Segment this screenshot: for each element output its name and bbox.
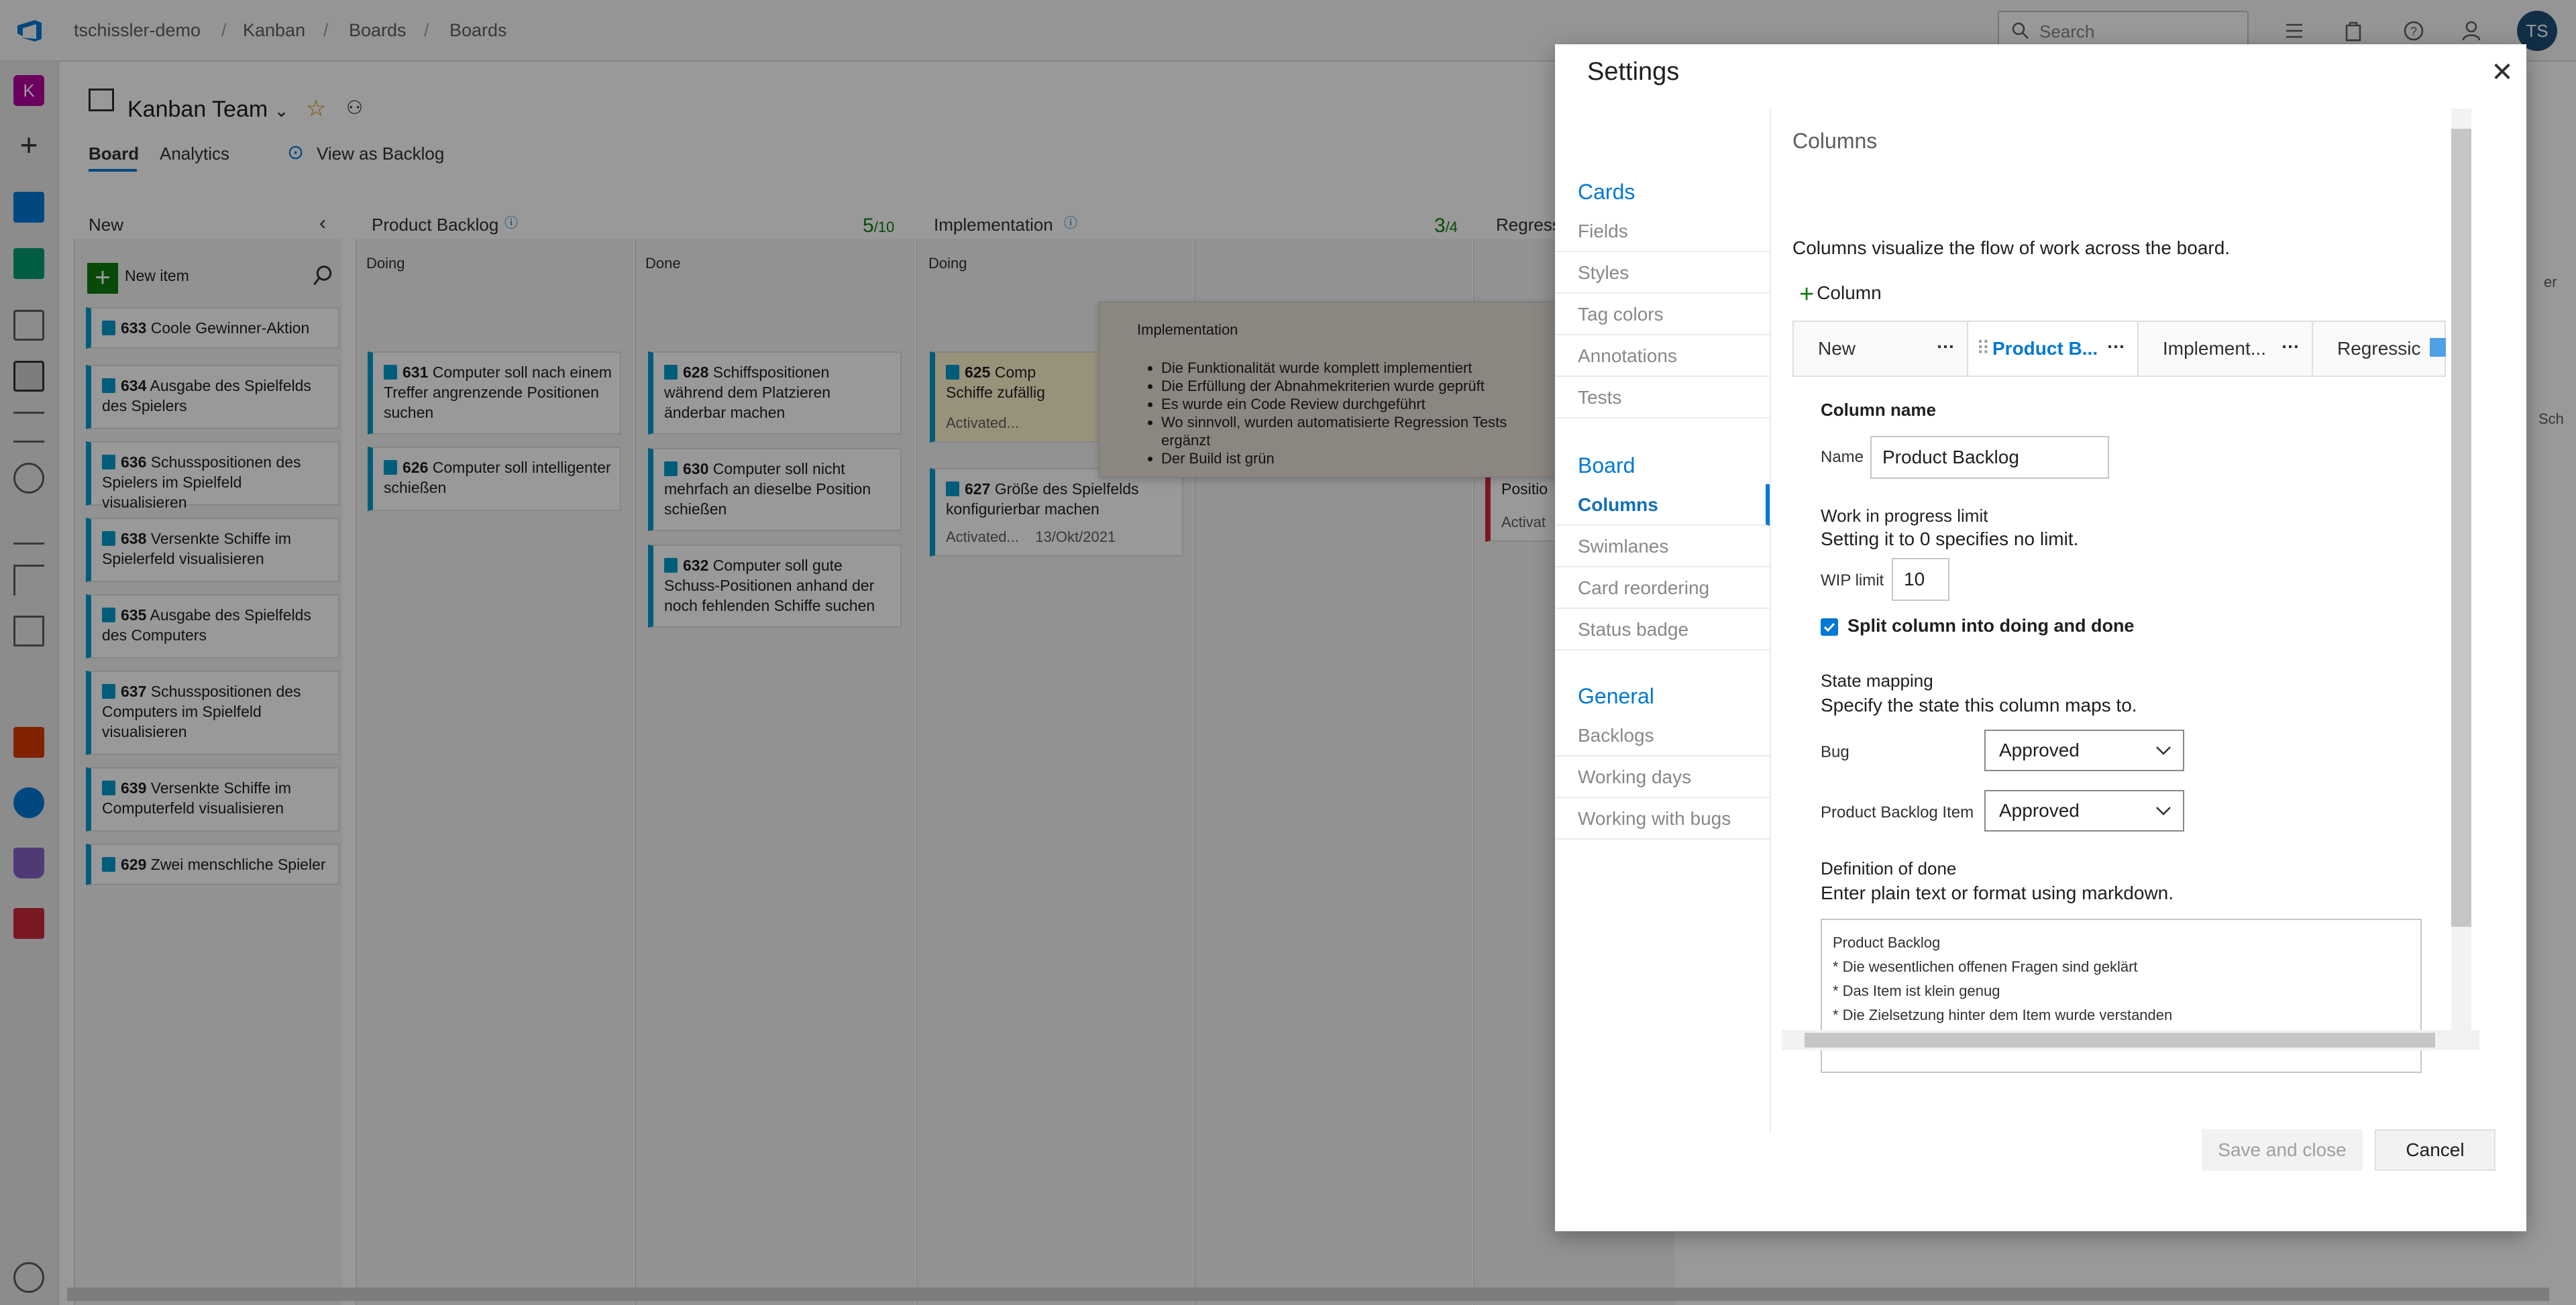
nav-section-general: General xyxy=(1578,684,1654,708)
pbi-state-label: Product Backlog Item xyxy=(1821,803,1974,821)
more-options-icon[interactable]: … xyxy=(1936,315,1955,369)
wip-limit-input[interactable]: 10 xyxy=(1892,558,1949,601)
nav-section-board: Board xyxy=(1578,453,1635,477)
split-column-checkbox[interactable] xyxy=(1821,618,1838,636)
scroll-right-icon[interactable] xyxy=(2430,338,2446,357)
more-options-icon[interactable]: … xyxy=(2281,315,2300,369)
wip-limit-label: WIP limit xyxy=(1821,571,1884,589)
chevron-down-icon xyxy=(2156,746,2171,755)
nav-item-working-with-bugs[interactable]: Working with bugs xyxy=(1555,798,1770,840)
nav-item-tag-colors[interactable]: Tag colors xyxy=(1555,294,1770,335)
column-name-input[interactable]: Product Backlog xyxy=(1870,436,2109,479)
nav-item-working-days[interactable]: Working days xyxy=(1555,756,1770,798)
state-mapping-description: Specify the state this column maps to. xyxy=(1821,695,2137,716)
name-label: Name xyxy=(1821,448,1864,466)
chevron-down-icon xyxy=(2156,807,2171,815)
column-name-heading: Column name xyxy=(1821,400,1936,420)
cancel-button[interactable]: Cancel xyxy=(2375,1129,2496,1171)
drag-handle-icon[interactable]: ⠿ xyxy=(1976,322,1990,376)
nav-item-fields[interactable]: Fields xyxy=(1555,211,1770,252)
column-tabs: New… ⠿ Product B...… Implement...… Regres… xyxy=(1792,321,2446,377)
nav-item-columns[interactable]: Columns xyxy=(1555,484,1770,526)
save-and-close-button[interactable]: Save and close xyxy=(2202,1129,2363,1171)
definition-of-done-description: Enter plain text or format using markdow… xyxy=(1821,883,2174,903)
column-tab-regression[interactable]: Regressic xyxy=(2313,322,2445,376)
nav-item-card-reordering[interactable]: Card reordering xyxy=(1555,567,1770,609)
settings-dialog: Settings ✕ Cards Fields Styles Tag color… xyxy=(1555,44,2526,1231)
column-tab-new[interactable]: New… xyxy=(1794,322,1968,376)
nav-section-cards: Cards xyxy=(1578,180,1635,204)
state-mapping-heading: State mapping xyxy=(1821,671,1933,691)
more-options-icon[interactable]: … xyxy=(2106,315,2125,369)
columns-settings-content: Columns Columns visualize the flow of wo… xyxy=(1776,109,2506,1088)
definition-of-done-heading: Definition of done xyxy=(1821,858,1957,878)
wip-heading: Work in progress limit xyxy=(1821,506,1988,526)
plus-icon: + xyxy=(1799,280,1815,308)
bug-state-label: Bug xyxy=(1821,743,1849,761)
column-tab-product-backlog[interactable]: ⠿ Product B...… xyxy=(1968,322,2139,376)
nav-item-status-badge[interactable]: Status badge xyxy=(1555,609,1770,650)
nav-item-swimlanes[interactable]: Swimlanes xyxy=(1555,526,1770,567)
nav-item-styles[interactable]: Styles xyxy=(1555,252,1770,294)
dialog-title: Settings xyxy=(1587,58,1680,86)
columns-heading: Columns xyxy=(1792,129,1878,153)
add-column-button[interactable]: + Column xyxy=(1799,280,1882,309)
column-tab-implementation[interactable]: Implement...… xyxy=(2139,322,2313,376)
content-horizontal-scrollbar-thumb[interactable] xyxy=(1805,1033,2435,1047)
columns-description: Columns visualize the flow of work acros… xyxy=(1792,237,2231,258)
app-root: tschissler-demo / Kanban / Boards / Boar… xyxy=(0,0,2576,1305)
split-column-label[interactable]: Split column into doing and done xyxy=(1847,616,2134,636)
wip-description: Setting it to 0 specifies no limit. xyxy=(1821,528,2079,549)
nav-item-tests[interactable]: Tests xyxy=(1555,377,1770,418)
nav-item-backlogs[interactable]: Backlogs xyxy=(1555,715,1770,756)
nav-item-annotations[interactable]: Annotations xyxy=(1555,335,1770,377)
bug-state-dropdown[interactable]: Approved xyxy=(1984,730,2184,771)
close-icon[interactable]: ✕ xyxy=(2486,56,2518,89)
checkmark-icon xyxy=(1823,622,1835,632)
vertical-scrollbar-thumb[interactable] xyxy=(2451,129,2471,927)
pbi-state-dropdown[interactable]: Approved xyxy=(1984,790,2184,832)
settings-nav: Cards Fields Styles Tag colors Annotatio… xyxy=(1555,109,1771,1132)
